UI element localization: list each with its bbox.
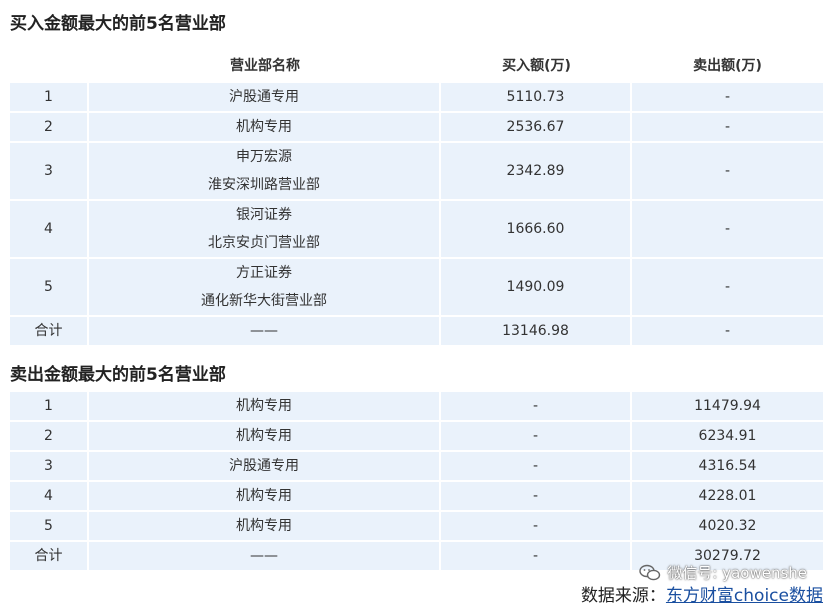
total-buy-cell: 13146.98: [441, 317, 632, 347]
total-label-cell: 合计: [10, 542, 89, 572]
buy-amount-cell: 5110.73: [441, 83, 632, 113]
sell-amount-cell: -: [632, 113, 823, 143]
sell-table: 1 机构专用 - 11479.94 2 机构专用 - 6234.91 3 沪股通…: [10, 392, 823, 572]
sell-amount-cell: 4316.54: [632, 452, 823, 482]
branch-name-line: 申万宏源: [236, 149, 292, 165]
buy-amount-cell: 2536.67: [441, 113, 632, 143]
branch-name-cell: 沪股通专用: [89, 452, 441, 482]
buy-amount-cell: -: [441, 422, 632, 452]
branch-name-line: 通化新华大街营业部: [201, 293, 327, 309]
buy-amount-cell: 1490.09: [441, 259, 632, 317]
wechat-id-text: 微信号: yaowenshe: [667, 564, 807, 582]
table-row: 4 机构专用 - 4228.01: [10, 482, 823, 512]
header-sell: 卖出额(万): [632, 46, 823, 83]
branch-name-cell: 机构专用: [89, 392, 441, 422]
branch-name-line: 机构专用: [236, 119, 292, 135]
branch-name-cell: 机构专用: [89, 512, 441, 542]
rank-cell: 5: [10, 512, 89, 542]
sell-amount-cell: -: [632, 201, 823, 259]
branch-name-line: 北京安贞门营业部: [208, 235, 320, 251]
wechat-watermark: 微信号: yaowenshe: [639, 562, 807, 583]
rank-cell: 4: [10, 201, 89, 259]
total-sell-cell: -: [632, 317, 823, 347]
sell-amount-cell: 11479.94: [632, 392, 823, 422]
branch-name-line: 方正证券: [236, 265, 292, 281]
table-row: 3 沪股通专用 - 4316.54: [10, 452, 823, 482]
total-row: 合计 —— 13146.98 -: [10, 317, 823, 347]
table-row: 2 机构专用 - 6234.91: [10, 422, 823, 452]
buy-amount-cell: 1666.60: [441, 201, 632, 259]
buy-amount-cell: -: [441, 452, 632, 482]
branch-name-cell: 方正证券 通化新华大街营业部: [89, 259, 441, 317]
branch-name-cell: 机构专用: [89, 422, 441, 452]
branch-name-cell: 银河证券 北京安贞门营业部: [89, 201, 441, 259]
branch-name-cell: 机构专用: [89, 482, 441, 512]
rank-cell: 3: [10, 452, 89, 482]
sell-amount-cell: -: [632, 83, 823, 113]
sell-amount-cell: -: [632, 143, 823, 201]
sell-section-title: 卖出金额最大的前5名营业部: [10, 365, 226, 385]
data-source-link[interactable]: 东方财富choice数据: [666, 586, 823, 606]
total-buy-cell: -: [441, 542, 632, 572]
total-name-cell: ——: [89, 317, 441, 347]
sell-amount-cell: 4228.01: [632, 482, 823, 512]
rank-cell: 2: [10, 422, 89, 452]
table-row: 4 银河证券 北京安贞门营业部 1666.60 -: [10, 201, 823, 259]
table-row: 5 方正证券 通化新华大街营业部 1490.09 -: [10, 259, 823, 317]
branch-name-cell: 申万宏源 淮安深圳路营业部: [89, 143, 441, 201]
branch-name-line: 银河证券: [236, 207, 292, 223]
buy-table-header-row: 营业部名称 买入额(万) 卖出额(万): [10, 46, 823, 83]
buy-amount-cell: -: [441, 512, 632, 542]
rank-cell: 2: [10, 113, 89, 143]
buy-amount-cell: -: [441, 392, 632, 422]
rank-cell: 5: [10, 259, 89, 317]
table-row: 2 机构专用 2536.67 -: [10, 113, 823, 143]
rank-cell: 1: [10, 83, 89, 113]
table-row: 3 申万宏源 淮安深圳路营业部 2342.89 -: [10, 143, 823, 201]
table-row: 1 沪股通专用 5110.73 -: [10, 83, 823, 113]
rank-cell: 4: [10, 482, 89, 512]
buy-table: 营业部名称 买入额(万) 卖出额(万) 1 沪股通专用 5110.73 - 2 …: [10, 46, 823, 347]
buy-amount-cell: -: [441, 482, 632, 512]
total-label-cell: 合计: [10, 317, 89, 347]
branch-name-cell: 机构专用: [89, 113, 441, 143]
header-rank: [10, 46, 89, 83]
data-source: 数据来源：东方财富choice数据: [581, 581, 823, 606]
branch-name-cell: 沪股通专用: [89, 83, 441, 113]
header-buy: 买入额(万): [441, 46, 632, 83]
sell-amount-cell: 4020.32: [632, 512, 823, 542]
table-row: 1 机构专用 - 11479.94: [10, 392, 823, 422]
total-name-cell: ——: [89, 542, 441, 572]
sell-amount-cell: 6234.91: [632, 422, 823, 452]
rank-cell: 1: [10, 392, 89, 422]
wechat-icon: [639, 564, 661, 580]
data-source-label: 数据来源：: [580, 586, 666, 606]
buy-amount-cell: 2342.89: [441, 143, 632, 201]
buy-section-title: 买入金额最大的前5名营业部: [10, 14, 226, 34]
sell-amount-cell: -: [632, 259, 823, 317]
header-name: 营业部名称: [89, 46, 441, 83]
branch-name-line: 淮安深圳路营业部: [208, 177, 320, 193]
table-row: 5 机构专用 - 4020.32: [10, 512, 823, 542]
rank-cell: 3: [10, 143, 89, 201]
branch-name-line: 沪股通专用: [229, 89, 299, 105]
